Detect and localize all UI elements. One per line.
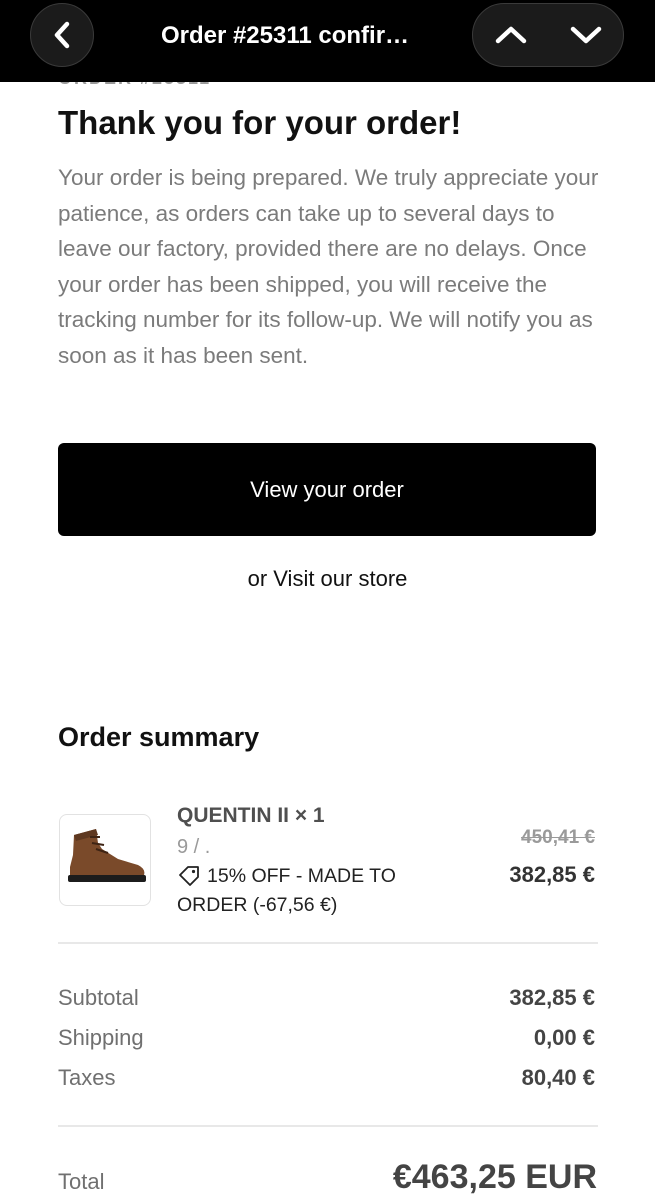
discount-line: 15% OFF - MADE TO ORDER (-67,56 €) <box>177 862 447 920</box>
shipping-value: 0,00 € <box>533 1025 595 1050</box>
back-button[interactable] <box>30 3 94 67</box>
total-label: Total <box>58 1169 105 1194</box>
subtotal-label: Subtotal <box>58 985 139 1010</box>
chevron-down-icon <box>570 26 601 44</box>
taxes-value: 80,40 € <box>521 1065 595 1090</box>
discount-text: 15% OFF - MADE TO ORDER (-67,56 €) <box>177 865 396 916</box>
product-variant: 9 / . <box>177 836 211 858</box>
top-bar: Order #25311 confir… <box>0 0 655 82</box>
view-order-label: View your order <box>250 476 404 502</box>
discounted-price: 382,85 € <box>509 862 595 887</box>
original-price: 450,41 € <box>521 827 595 848</box>
product-name: QUENTIN II × 1 <box>177 804 325 827</box>
message-nav-group <box>472 3 624 67</box>
shipping-label: Shipping <box>58 1025 144 1050</box>
previous-message-button[interactable] <box>479 3 543 67</box>
email-subject-title: Order #25311 confir… <box>160 22 410 49</box>
chevron-left-icon <box>54 21 70 49</box>
divider <box>58 942 598 944</box>
subtotal-value: 382,85 € <box>509 985 595 1010</box>
order-summary-heading: Order summary <box>58 722 260 752</box>
next-message-button[interactable] <box>554 3 618 67</box>
thank-you-heading: Thank you for your order! <box>58 104 462 141</box>
divider <box>58 1125 598 1127</box>
visit-store-link[interactable]: or Visit our store <box>0 566 655 592</box>
view-order-button[interactable]: View your order <box>58 443 596 536</box>
tag-icon <box>179 866 199 886</box>
total-value: €463,25 EUR <box>392 1158 597 1196</box>
boot-image <box>68 829 146 882</box>
product-thumbnail <box>59 814 151 906</box>
taxes-label: Taxes <box>58 1065 116 1090</box>
chevron-up-icon <box>495 26 526 44</box>
order-message-text: Your order is being prepared. We truly a… <box>58 165 599 368</box>
